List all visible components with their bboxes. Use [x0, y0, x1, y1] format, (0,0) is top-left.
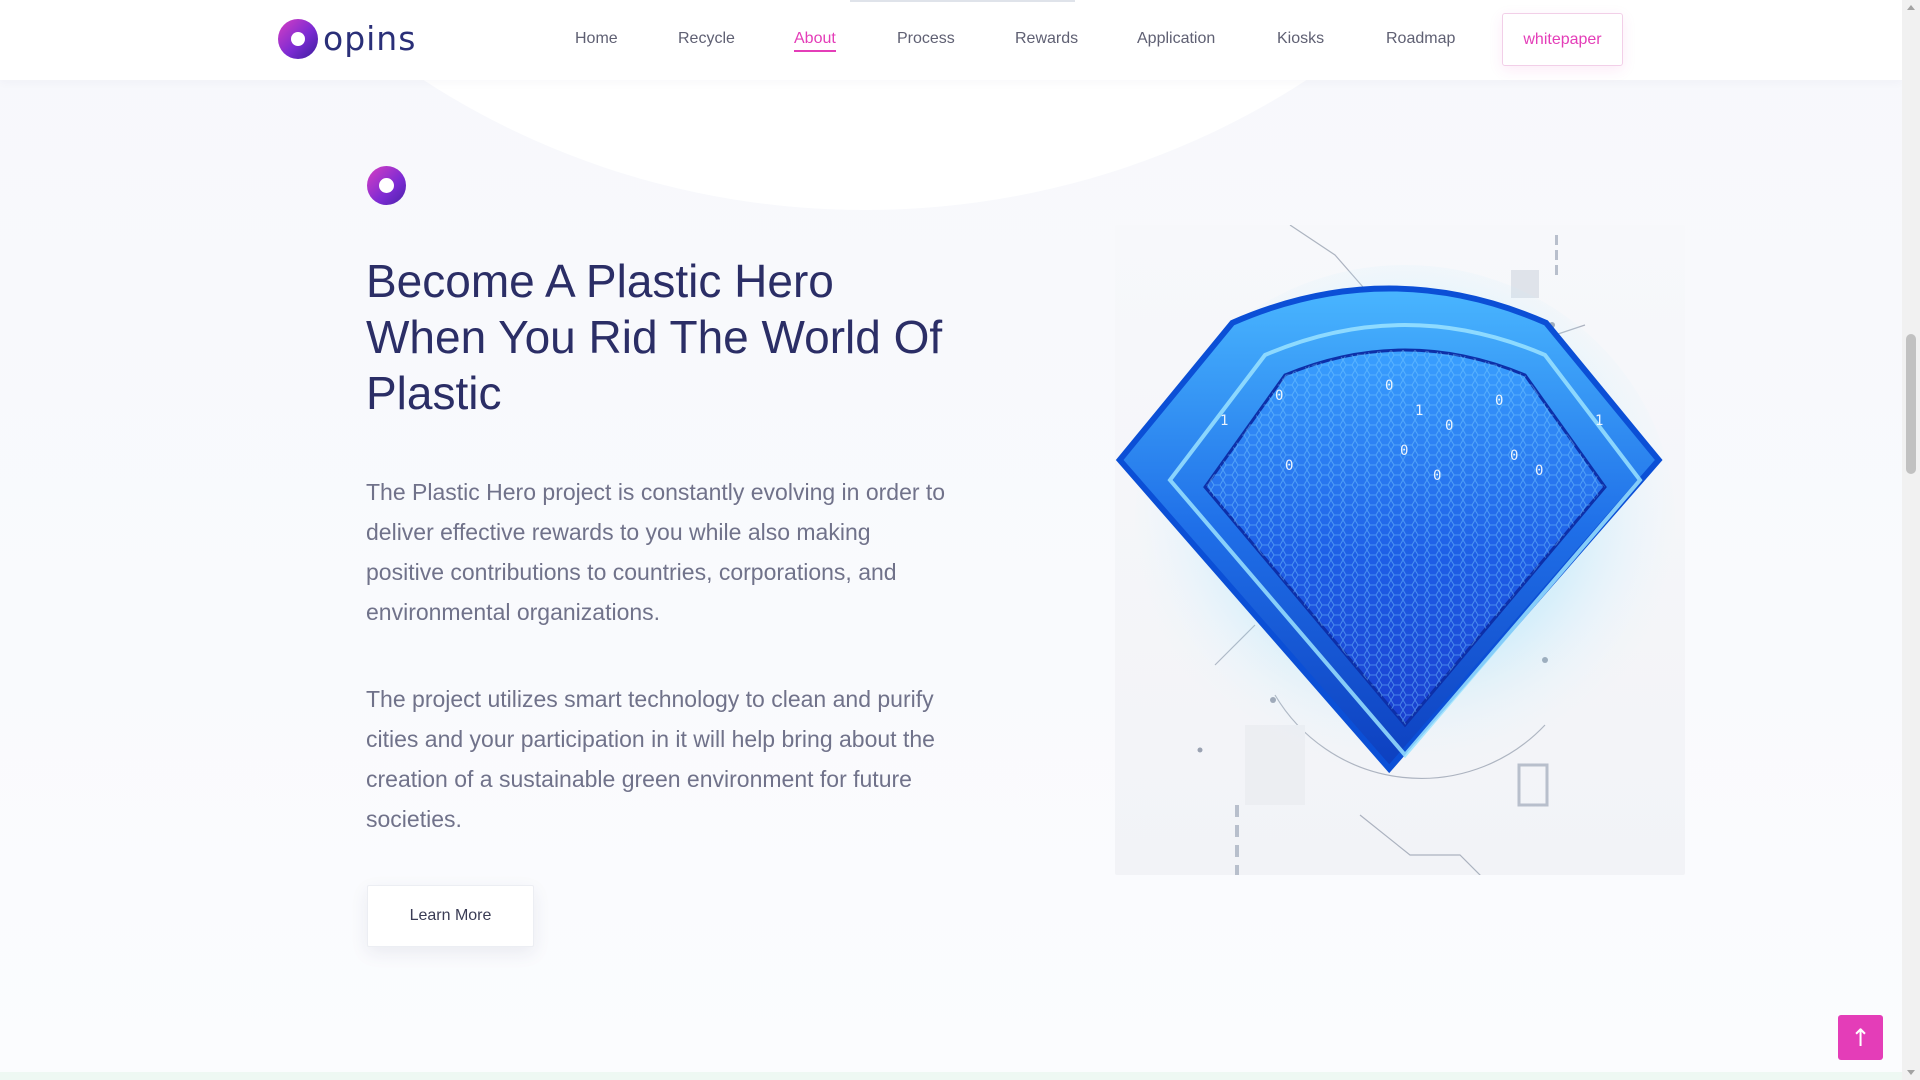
svg-text:1: 1 — [1415, 403, 1423, 419]
nav-item-roadmap[interactable]: Roadmap — [1386, 29, 1455, 49]
section-heading: Become A Plastic Hero When You Rid The W… — [366, 255, 943, 419]
whitepaper-button[interactable]: whitepaper — [1502, 13, 1623, 66]
about-paragraph-2: The project utilizes smart technology to… — [366, 686, 935, 832]
svg-text:0: 0 — [1285, 458, 1293, 474]
blue-diamond-shield-icon: 0 0 1 0 0 0 0 0 0 0 1 1 — [1115, 225, 1675, 875]
nav-item-kiosks[interactable]: Kiosks — [1277, 29, 1324, 49]
svg-text:0: 0 — [1433, 468, 1441, 484]
learn-more-button[interactable]: Learn More — [367, 885, 534, 947]
arrow-up-icon: ↑ — [1850, 1023, 1871, 1052]
about-paragraph-1: The Plastic Hero project is constantly e… — [366, 479, 946, 625]
nav-item-application[interactable]: Application — [1137, 29, 1215, 49]
nav-item-recycle[interactable]: Recycle — [678, 29, 735, 49]
hero-illustration: 0 0 1 0 0 0 0 0 0 0 1 1 — [1115, 225, 1685, 875]
svg-text:0: 0 — [1275, 388, 1283, 404]
back-to-top-button[interactable]: ↑ — [1838, 1015, 1883, 1060]
footer-band — [0, 1072, 1902, 1080]
svg-text:0: 0 — [1535, 463, 1543, 479]
svg-text:0: 0 — [1385, 378, 1393, 394]
scroll-down-arrow-icon[interactable] — [1902, 1066, 1920, 1080]
svg-text:1: 1 — [1595, 413, 1603, 429]
nav-item-about[interactable]: About — [794, 29, 836, 52]
svg-text:0: 0 — [1400, 443, 1408, 459]
svg-text:0: 0 — [1445, 418, 1453, 434]
svg-text:0: 0 — [1495, 393, 1503, 409]
scroll-up-arrow-icon[interactable] — [1902, 0, 1920, 14]
nav-item-home[interactable]: Home — [575, 29, 618, 49]
nav-item-process[interactable]: Process — [897, 29, 955, 49]
nav-item-rewards[interactable]: Rewards — [1015, 29, 1078, 49]
page-scrollbar[interactable] — [1902, 0, 1920, 1080]
svg-text:0: 0 — [1510, 448, 1518, 464]
svg-text:1: 1 — [1220, 413, 1228, 429]
opins-ring-icon — [367, 166, 406, 205]
site-header: opins Home Recycle About Process Rewards… — [0, 0, 1902, 80]
scroll-thumb[interactable] — [1906, 334, 1916, 474]
